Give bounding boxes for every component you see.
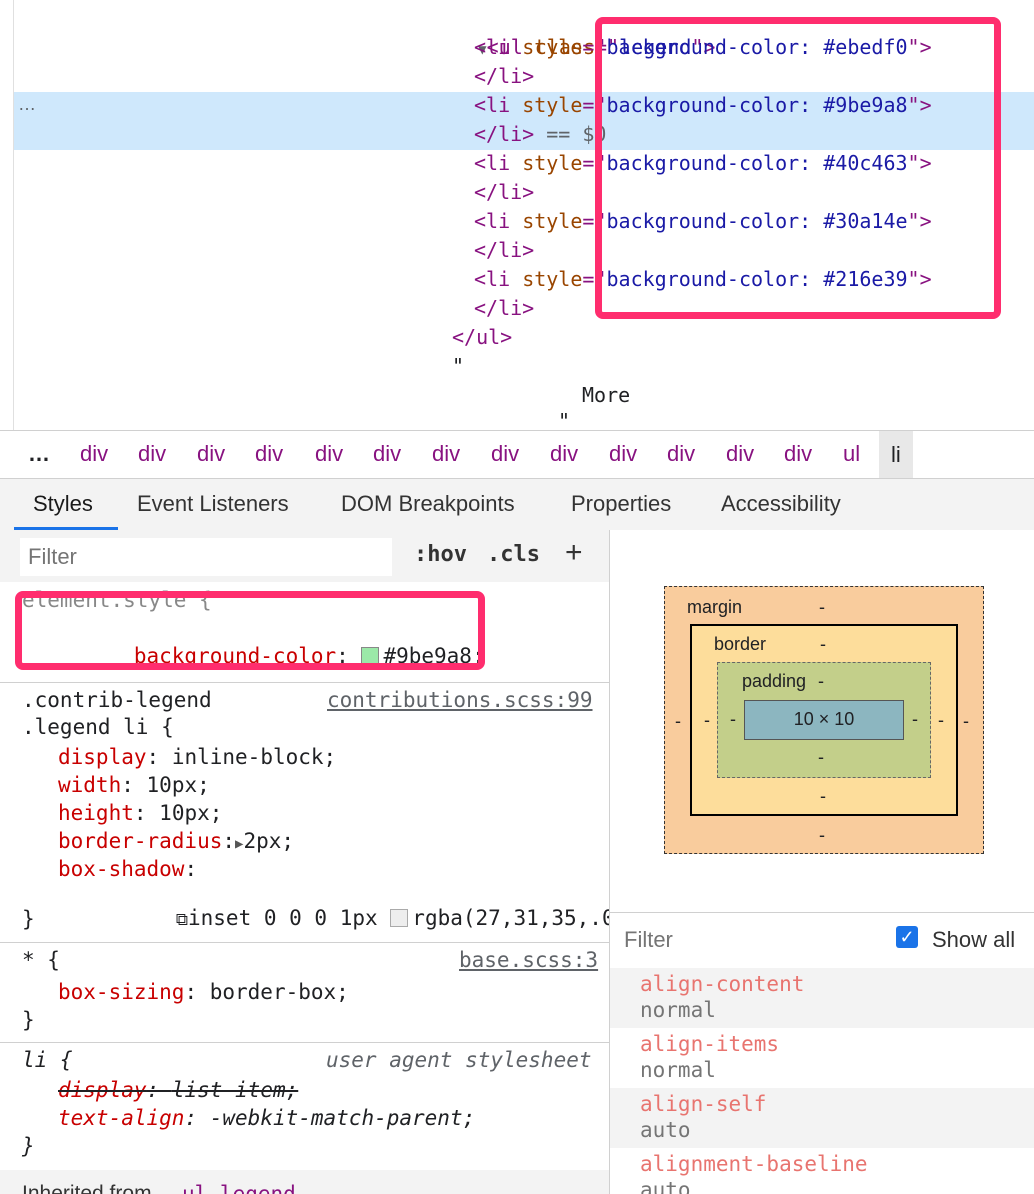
breadcrumb-item-div[interactable]: div: [138, 441, 166, 467]
dom-node-li-close[interactable]: </li>: [474, 178, 534, 207]
rule-source: user agent stylesheet: [326, 1048, 592, 1072]
breadcrumb-overflow[interactable]: …: [28, 441, 50, 467]
tab-accessibility[interactable]: Accessibility: [721, 491, 841, 517]
dom-node-li-close[interactable]: </li> == $0: [474, 120, 606, 149]
user-agent-rule: li { user agent stylesheet display: list…: [0, 1042, 609, 1171]
breadcrumb-item-div[interactable]: div: [550, 441, 578, 467]
rule-close-brace: }: [22, 907, 35, 931]
tab-styles[interactable]: Styles: [33, 491, 93, 517]
computed-property-alignment-baseline[interactable]: alignment-baseline auto: [610, 1148, 1034, 1194]
universal-rule: * { base.scss:3 box-sizing: border-box; …: [0, 942, 609, 1043]
computed-property-align-self[interactable]: align-self auto: [610, 1088, 1034, 1148]
dom-node-li-close[interactable]: </li>: [474, 294, 534, 323]
rule-source-link[interactable]: base.scss:3: [459, 948, 598, 972]
breadcrumb-item-ul[interactable]: ul: [843, 441, 860, 467]
rule-source-link[interactable]: contributions.scss:99: [327, 688, 593, 712]
rule-close-brace: }: [22, 1134, 35, 1158]
dom-tree[interactable]: … ▼<ul class="legend"> <li style="backgr…: [0, 0, 1034, 430]
computed-pane: margin - - - - border - - - - padding - …: [610, 530, 1034, 1194]
text-node-more: More: [582, 383, 631, 407]
text-node-quote-2: ": [558, 409, 571, 430]
breadcrumb-item-div[interactable]: div: [255, 441, 283, 467]
dom-node-li-close[interactable]: </li>: [474, 62, 534, 91]
computed-property-align-content[interactable]: align-content normal: [610, 968, 1034, 1028]
style-declaration[interactable]: display: inline-block;: [58, 745, 336, 769]
rule-selector: .legend li {: [22, 715, 174, 739]
highlight-box-style: [15, 591, 485, 670]
computed-filter-bar: Filter ✓ Show all: [610, 912, 1034, 969]
inherited-selector-link[interactable]: ul.legend: [182, 1182, 296, 1194]
overridden-declaration: display: list-item;: [58, 1078, 299, 1102]
computed-filter-input[interactable]: Filter: [624, 927, 673, 953]
tab-event-listeners[interactable]: Event Listeners: [137, 491, 289, 517]
breadcrumb-item-div[interactable]: div: [609, 441, 637, 467]
computed-property-align-items[interactable]: align-items normal: [610, 1028, 1034, 1088]
breadcrumb-item-div[interactable]: div: [80, 441, 108, 467]
show-all-label: Show all: [932, 927, 1016, 952]
text-node-quote: ": [452, 354, 465, 378]
contrib-legend-rule: .contrib-legend contributions.scss:99 .l…: [0, 682, 609, 943]
cls-toggle-button[interactable]: .cls: [487, 542, 540, 567]
styles-filter-bar: :hov .cls +: [0, 530, 609, 582]
hov-toggle-button[interactable]: :hov: [414, 542, 467, 567]
style-declaration[interactable]: height: 10px;: [58, 801, 222, 825]
dom-node-ul-close[interactable]: </ul>: [452, 323, 512, 352]
style-declaration[interactable]: box-shadow:: [58, 857, 210, 881]
rule-selector: li {: [22, 1048, 73, 1072]
element-style-rule: element.style { background-color: #9be9a…: [0, 582, 609, 683]
highlight-box-dom: [595, 17, 1001, 319]
style-declaration: text-align: -webkit-match-parent;: [58, 1106, 476, 1130]
styles-tabbar: Styles Event Listeners DOM Breakpoints Prop…: [0, 478, 1034, 532]
styles-filter-input[interactable]: [20, 538, 392, 576]
breadcrumb-item-div[interactable]: div: [491, 441, 519, 467]
shadow-editor-icon[interactable]: ⧉: [176, 910, 188, 930]
rule-selector: .contrib-legend: [22, 688, 212, 712]
breadcrumb-item-div[interactable]: div: [726, 441, 754, 467]
box-model-content[interactable]: 10 × 10: [744, 700, 904, 740]
color-swatch-icon[interactable]: [390, 909, 409, 927]
dom-node-li-close[interactable]: </li>: [474, 236, 534, 265]
breadcrumb-item-div[interactable]: div: [784, 441, 812, 467]
styles-pane: :hov .cls + element.style { background-c…: [0, 530, 610, 1194]
breadcrumb-item-li[interactable]: li: [879, 431, 913, 479]
show-all-checkbox[interactable]: ✓: [896, 926, 918, 948]
new-style-rule-button[interactable]: +: [565, 536, 583, 570]
breadcrumb-item-div[interactable]: div: [197, 441, 225, 467]
breadcrumb-item-div[interactable]: div: [667, 441, 695, 467]
breadcrumb-item-div[interactable]: div: [315, 441, 343, 467]
tab-properties[interactable]: Properties: [571, 491, 671, 517]
style-declaration[interactable]: border-radius:▶2px;: [58, 829, 294, 853]
style-declaration[interactable]: width: 10px;: [58, 773, 210, 797]
rule-close-brace: }: [22, 1008, 35, 1032]
breadcrumb: … div div div div div div div div div div div div div…: [0, 430, 1034, 479]
breadcrumb-item-div[interactable]: div: [373, 441, 401, 467]
node-actions-ellipsis[interactable]: …: [18, 94, 36, 115]
style-declaration[interactable]: box-sizing: border-box;: [58, 980, 349, 1004]
rule-selector: * {: [22, 948, 60, 972]
inherited-header: Inherited from ul.legend: [0, 1170, 609, 1194]
tab-dom-breakpoints[interactable]: DOM Breakpoints: [341, 491, 515, 517]
breadcrumb-item-div[interactable]: div: [432, 441, 460, 467]
